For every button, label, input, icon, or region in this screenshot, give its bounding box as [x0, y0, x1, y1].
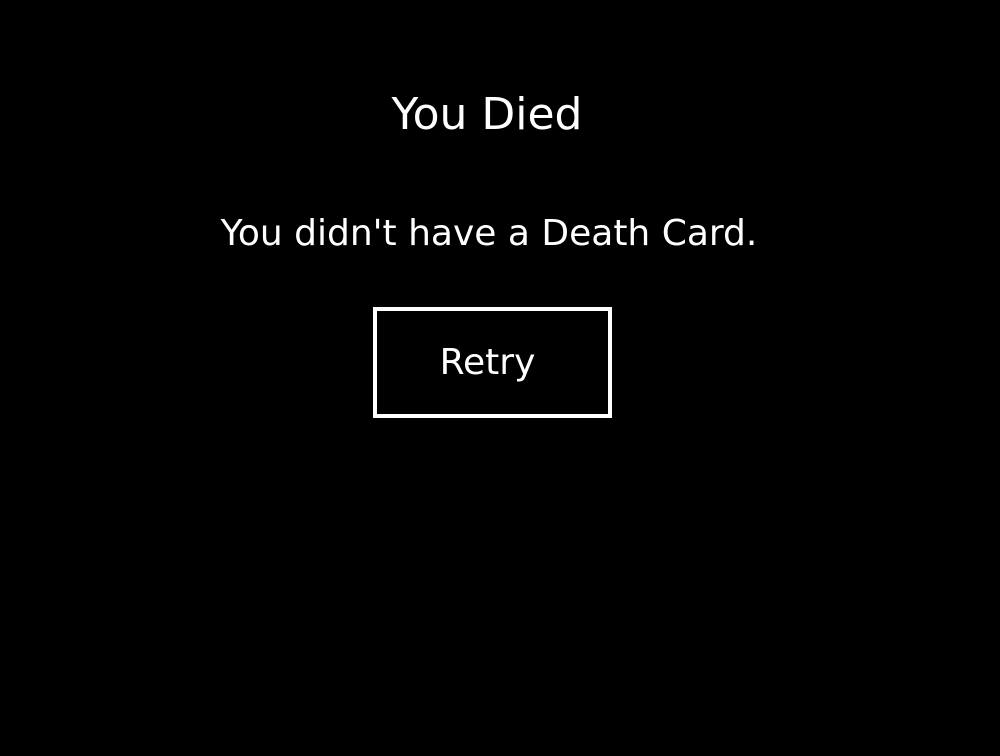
- retry-button[interactable]: Retry: [373, 307, 612, 418]
- death-message: You didn't have a Death Card.: [220, 213, 758, 254]
- game-over-screen: You Died You didn't have a Death Card. R…: [0, 0, 1000, 756]
- game-over-title: You Died: [391, 89, 583, 140]
